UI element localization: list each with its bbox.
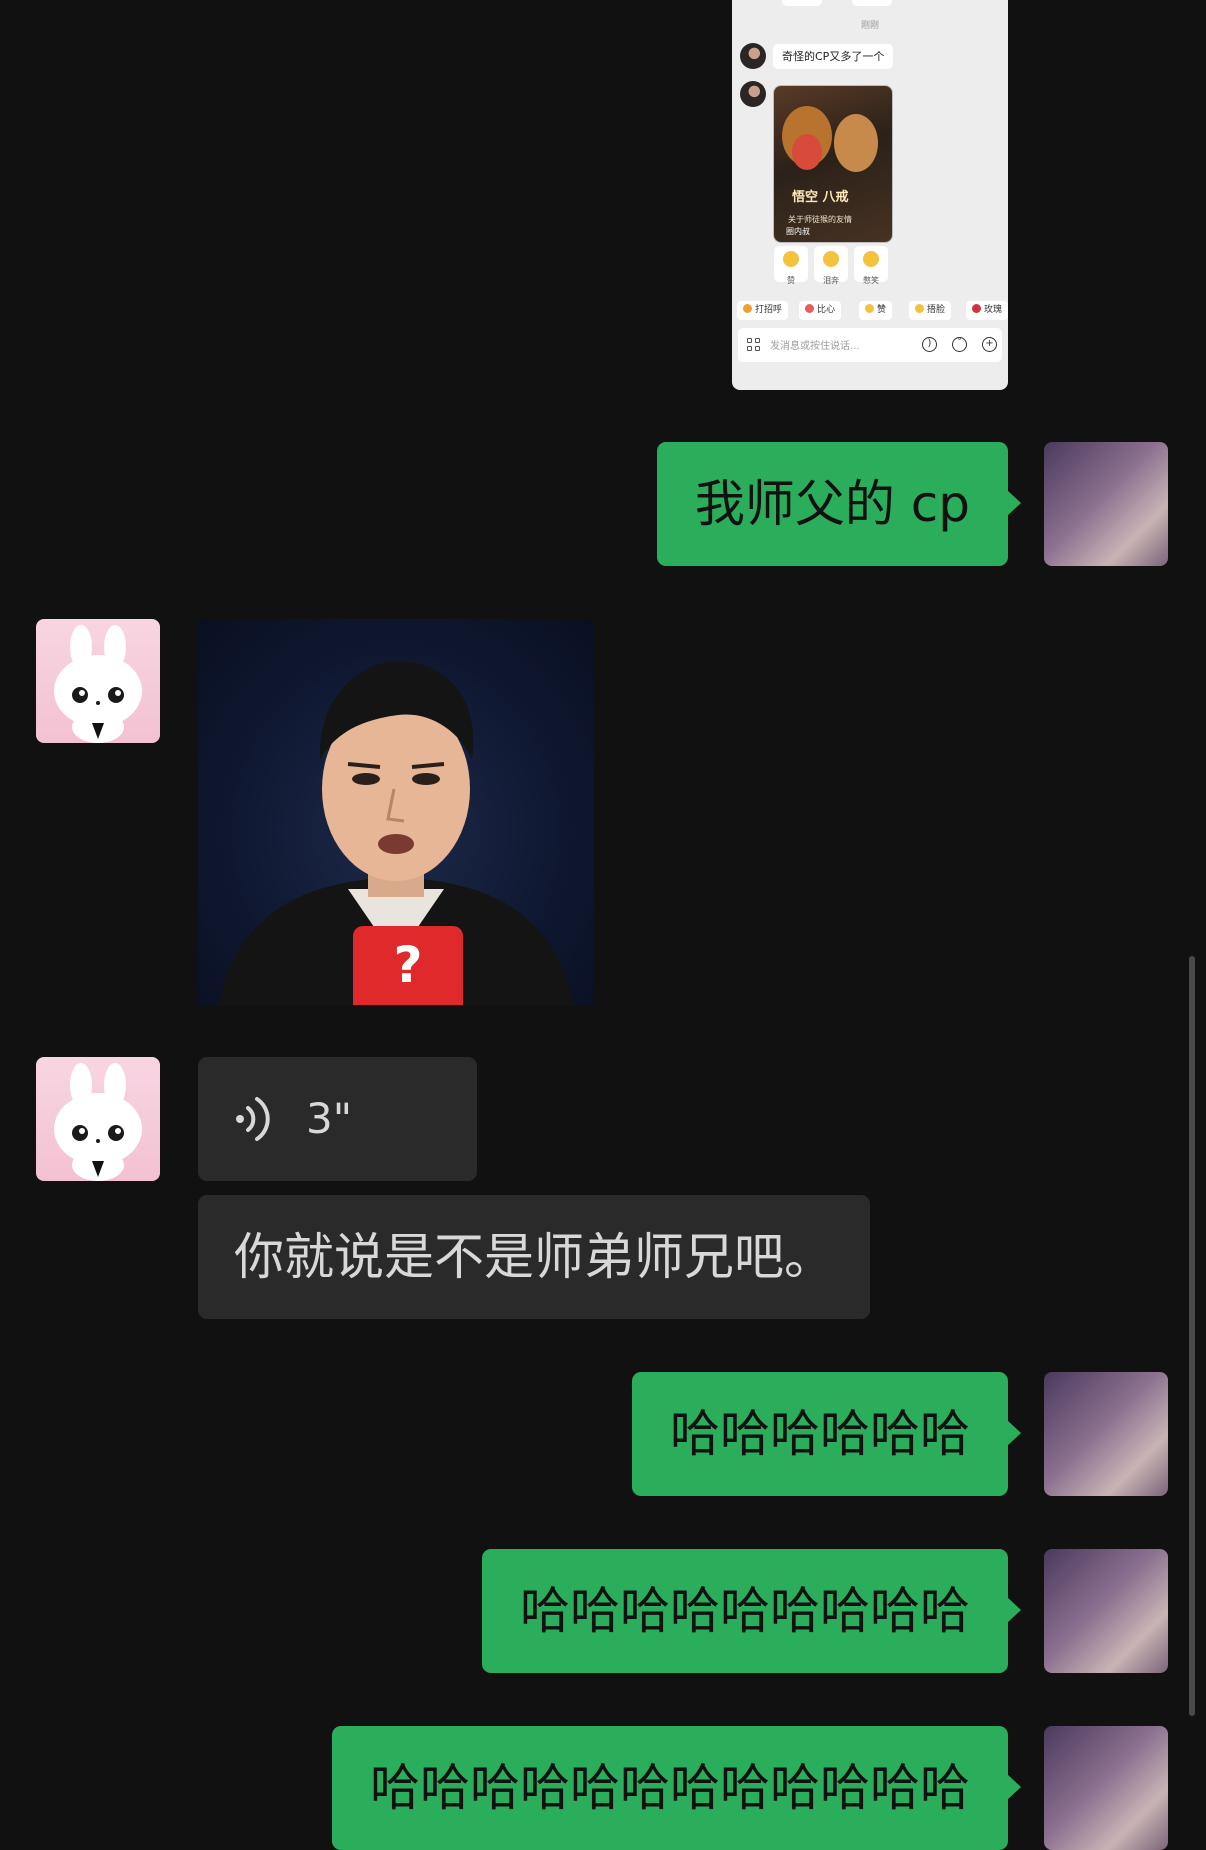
message-text: 哈哈哈哈哈哈 xyxy=(670,1405,970,1463)
shot-chip-facepalm: 捂脸 xyxy=(909,301,952,320)
friend-voice-message[interactable]: 3" xyxy=(198,1057,477,1181)
crying-face-icon xyxy=(823,251,839,267)
chat-scrollbar[interactable] xyxy=(1189,956,1195,1716)
friend-avatar[interactable] xyxy=(36,1057,160,1181)
my-avatar[interactable] xyxy=(1044,1372,1168,1496)
my-message-bubble[interactable]: 哈哈哈哈哈哈 xyxy=(632,1372,1021,1496)
shot-card-figure xyxy=(792,134,822,170)
thumbs-up-icon xyxy=(865,304,874,313)
my-avatar[interactable] xyxy=(1044,442,1168,566)
question-mark-sign: ? xyxy=(353,926,463,1005)
shot-avatar xyxy=(740,43,766,69)
my-avatar[interactable] xyxy=(1044,1726,1168,1850)
friend-avatar[interactable] xyxy=(36,619,160,743)
voice-wave-icon xyxy=(236,1097,270,1141)
apps-grid-icon xyxy=(747,338,761,352)
shot-cut-bubble xyxy=(782,0,822,6)
message-text: 哈哈哈哈哈哈哈哈哈哈哈哈 xyxy=(370,1759,970,1817)
friend-message-bubble[interactable]: 你就说是不是师弟师兄吧。 xyxy=(198,1195,870,1319)
shot-time-label: 刚刚 xyxy=(860,21,879,31)
bunny-avatar-icon xyxy=(54,625,142,743)
emoji-icon: ˘ xyxy=(952,337,967,352)
shot-avatar xyxy=(740,81,766,107)
facepalm-icon xyxy=(915,304,924,313)
shot-chip-rose: 玫瑰 xyxy=(966,301,1008,320)
message-text: 哈哈哈哈哈哈哈哈哈 xyxy=(520,1582,970,1640)
shot-reaction-laughing: 憋笑 xyxy=(854,246,888,285)
plus-icon: + xyxy=(982,337,997,352)
message-text: 你就说是不是师弟师兄吧。 xyxy=(234,1228,834,1286)
my-avatar[interactable] xyxy=(1044,1549,1168,1673)
wave-icon xyxy=(743,304,752,313)
shot-card-title: 悟空 八戒 xyxy=(792,190,849,205)
shot-reaction-crying: 泪奔 xyxy=(814,246,848,285)
shot-card-subtitle: 关于师徒猴的友情 xyxy=(788,215,852,224)
voice-icon: ) xyxy=(922,337,937,352)
shot-reaction-thumbs-up: 赞 xyxy=(774,246,808,285)
shot-chip-heart: 比心 xyxy=(799,301,842,320)
shot-card-source: 圈内叔 xyxy=(786,227,810,236)
laughing-face-icon xyxy=(863,251,879,267)
shot-chip-thumbs: 赞 xyxy=(859,301,893,320)
rose-icon xyxy=(972,304,981,313)
my-message-bubble[interactable]: 哈哈哈哈哈哈哈哈哈哈哈哈 xyxy=(332,1726,1021,1850)
heart-hand-icon xyxy=(805,304,814,313)
shot-chip-wave: 打招呼 xyxy=(737,301,789,320)
shared-screenshot-image[interactable]: 刚刚 奇怪的CP又多了一个 悟空 八戒 关于师徒猴的友情 圈内叔 赞 泪奔 憋笑… xyxy=(732,0,1008,390)
shot-video-card: 悟空 八戒 关于师徒猴的友情 圈内叔 xyxy=(774,86,892,242)
message-text: 我师父的 cp xyxy=(694,475,970,533)
shot-message-input: 发消息或按住说话... ) ˘ + xyxy=(738,328,1002,362)
voice-duration: 3" xyxy=(306,1094,353,1143)
shot-input-placeholder: 发消息或按住说话... xyxy=(770,341,860,352)
shot-cut-bubble xyxy=(852,0,892,6)
friend-image-message[interactable]: ? xyxy=(198,619,594,1005)
shot-message-bubble: 奇怪的CP又多了一个 xyxy=(773,44,894,69)
my-message-bubble[interactable]: 我师父的 cp xyxy=(656,442,1022,566)
my-message-bubble[interactable]: 哈哈哈哈哈哈哈哈哈 xyxy=(482,1549,1021,1673)
bunny-avatar-icon xyxy=(54,1063,142,1181)
thumbs-up-icon xyxy=(783,251,799,267)
shot-card-figure xyxy=(834,114,878,172)
